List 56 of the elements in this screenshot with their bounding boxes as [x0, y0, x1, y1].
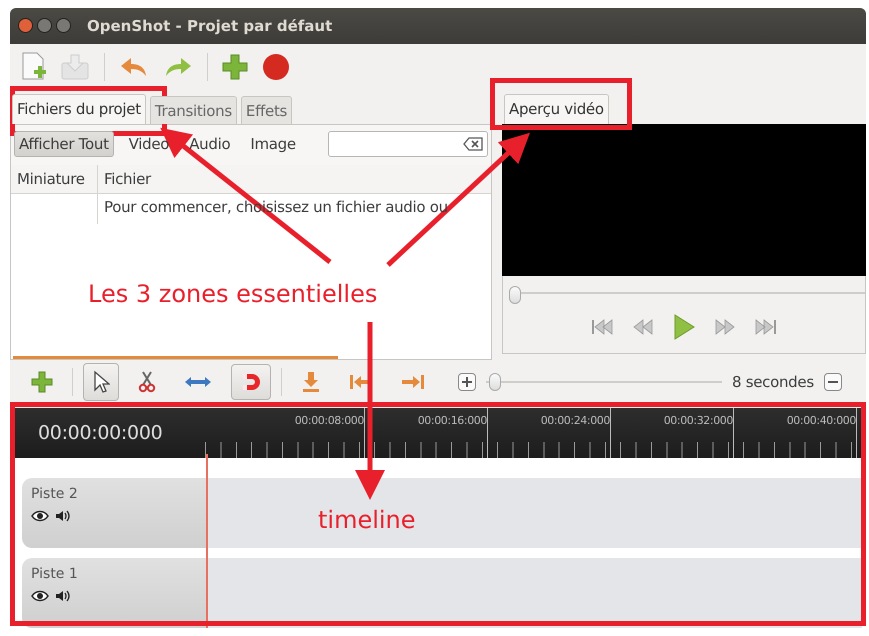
record-icon[interactable]	[262, 52, 290, 81]
jump-end-icon[interactable]	[401, 374, 425, 390]
tick-label: 00:00:16:000	[418, 414, 487, 427]
pointer-icon[interactable]	[92, 370, 110, 394]
maximize-button[interactable]	[56, 18, 71, 34]
scroll-bar[interactable]	[13, 356, 338, 360]
plus-icon[interactable]	[31, 371, 53, 394]
tick-label: 00:00:40:000	[786, 414, 856, 427]
zoom-reading: 8 secondes	[732, 373, 814, 392]
eye-icon[interactable]	[31, 590, 49, 602]
skip-start-icon[interactable]	[591, 318, 615, 335]
zoom-in-button[interactable]	[458, 373, 476, 392]
undo-icon[interactable]	[119, 56, 149, 78]
close-button[interactable]	[18, 18, 33, 34]
column-header[interactable]: Fichier	[98, 170, 151, 188]
filter-button[interactable]: Afficher Tout	[14, 130, 114, 157]
double-arrow-icon[interactable]	[184, 375, 212, 390]
tab[interactable]: Transitions	[150, 96, 237, 124]
plus-icon[interactable]	[222, 54, 248, 80]
skip-end-icon[interactable]	[753, 318, 777, 335]
tool-button[interactable]	[83, 363, 119, 402]
tick-label: 00:00:08:000	[294, 414, 364, 427]
slider-thumb[interactable]	[509, 286, 521, 304]
filter-button[interactable]: Video	[124, 130, 174, 157]
eye-icon[interactable]	[31, 510, 49, 522]
current-time: 00:00:00:000	[37, 421, 164, 446]
scissors-icon[interactable]	[138, 371, 156, 394]
plus-icon	[462, 377, 472, 388]
rewind-icon[interactable]	[633, 318, 655, 335]
annotation-caption: Les 3 zones essentielles	[88, 280, 378, 308]
filter-button[interactable]: Image	[245, 130, 301, 157]
minimize-button[interactable]	[37, 18, 52, 34]
new-file-icon[interactable]	[20, 52, 46, 82]
tab[interactable]: Effets	[240, 96, 292, 124]
speaker-icon[interactable]	[55, 510, 71, 522]
filter-button[interactable]: Audio	[184, 130, 236, 157]
tab[interactable]: Aperçu vidéo	[504, 94, 609, 124]
fast-forward-icon[interactable]	[713, 318, 735, 335]
play-icon[interactable]	[673, 314, 695, 340]
zoom-out-button[interactable]	[824, 373, 842, 392]
window-title: OpenShot - Projet par défaut	[87, 16, 332, 35]
slider-thumb[interactable]	[489, 373, 502, 392]
track-name: Piste 2	[31, 486, 79, 502]
speaker-icon[interactable]	[55, 590, 71, 602]
tick-label: 00:00:24:000	[540, 414, 610, 427]
track-header[interactable]: Piste 2	[22, 478, 206, 548]
track-name: Piste 1	[31, 566, 79, 582]
column-header[interactable]: Miniature	[11, 170, 85, 188]
annotation-label: timeline	[318, 506, 416, 534]
track-header[interactable]: Piste 1	[22, 558, 206, 628]
tick-label: 00:00:32:000	[664, 414, 733, 427]
clear-icon[interactable]	[463, 136, 483, 151]
tab[interactable]: Fichiers du projet	[12, 94, 146, 124]
search-field[interactable]	[328, 130, 488, 157]
redo-icon[interactable]	[163, 56, 193, 78]
marker-icon[interactable]	[301, 371, 321, 394]
